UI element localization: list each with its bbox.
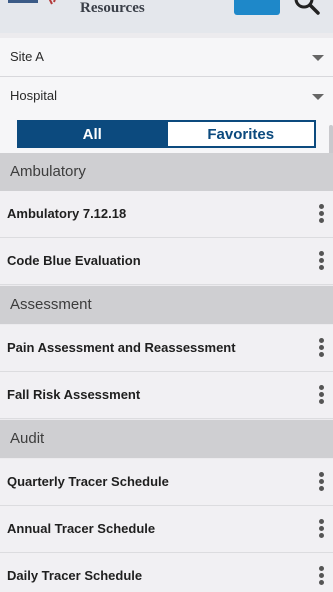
facility-select[interactable]: Hospital bbox=[0, 77, 333, 116]
header-title: Resources bbox=[80, 0, 145, 16]
list-item-label: Pain Assessment and Reassessment bbox=[7, 340, 236, 355]
search-icon[interactable] bbox=[292, 0, 322, 16]
header-action-button[interactable] bbox=[234, 0, 280, 15]
list-item-label: Fall Risk Assessment bbox=[7, 387, 141, 402]
list-item[interactable]: Fall Risk Assessment bbox=[0, 372, 333, 419]
list-item[interactable]: Ambulatory 7.12.18 bbox=[0, 191, 333, 238]
list-item[interactable]: Quarterly Tracer Schedule bbox=[0, 459, 333, 506]
list-item-label: Code Blue Evaluation bbox=[7, 253, 141, 268]
kebab-menu-icon[interactable] bbox=[316, 519, 326, 541]
kebab-menu-icon[interactable] bbox=[316, 251, 326, 273]
kebab-menu-icon[interactable] bbox=[316, 338, 326, 360]
list-item[interactable]: Daily Tracer Schedule bbox=[0, 553, 333, 592]
section-label: Assessment bbox=[10, 296, 92, 313]
list-item-label: Annual Tracer Schedule bbox=[7, 521, 156, 536]
kebab-menu-icon[interactable] bbox=[316, 204, 326, 226]
segmented-control: All Favorites bbox=[17, 120, 316, 148]
filter-tabs: All Favorites bbox=[0, 115, 333, 153]
kebab-menu-icon[interactable] bbox=[316, 566, 326, 588]
section-header-assessment: Assessment bbox=[0, 286, 333, 324]
app-header: Resources bbox=[0, 0, 333, 33]
list-item-label: Daily Tracer Schedule bbox=[7, 568, 143, 583]
kebab-menu-icon[interactable] bbox=[316, 472, 326, 494]
chevron-down-icon bbox=[312, 55, 324, 61]
list-item-label: Quarterly Tracer Schedule bbox=[7, 474, 169, 489]
section-label: Audit bbox=[10, 430, 45, 447]
tab-favorites[interactable]: Favorites bbox=[165, 122, 314, 146]
section-header-audit: Audit bbox=[0, 420, 333, 458]
list-item[interactable]: Annual Tracer Schedule bbox=[0, 506, 333, 553]
hamburger-menu-icon[interactable] bbox=[8, 0, 38, 3]
logo-icon bbox=[48, 0, 56, 5]
kebab-menu-icon[interactable] bbox=[316, 385, 326, 407]
list-item[interactable]: Code Blue Evaluation bbox=[0, 238, 333, 285]
list-item-label: Ambulatory 7.12.18 bbox=[7, 206, 127, 221]
tab-all[interactable]: All bbox=[19, 122, 166, 146]
site-select[interactable]: Site A bbox=[0, 38, 333, 77]
section-header-ambulatory: Ambulatory bbox=[0, 153, 333, 191]
chevron-down-icon bbox=[312, 94, 324, 100]
facility-select-value: Hospital bbox=[10, 88, 57, 103]
site-select-value: Site A bbox=[10, 49, 44, 64]
list-item[interactable]: Pain Assessment and Reassessment bbox=[0, 325, 333, 372]
section-label: Ambulatory bbox=[10, 163, 86, 180]
